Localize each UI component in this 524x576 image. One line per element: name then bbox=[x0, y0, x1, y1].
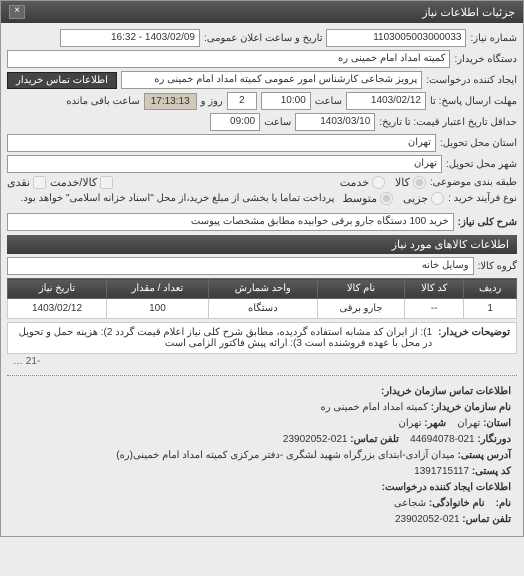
phone-value: 021-23902052 bbox=[283, 434, 348, 445]
th-code: کد کالا bbox=[405, 279, 464, 299]
cell-code: -- bbox=[405, 299, 464, 319]
remaining-label: ساعت باقی مانده bbox=[66, 96, 139, 107]
category-radio-group: کالا خدمت bbox=[340, 176, 426, 189]
c-city-label: شهر: bbox=[424, 418, 446, 429]
buyer-note-box: توضیحات خریدار: 1): از ایران کد مشابه اس… bbox=[7, 322, 517, 354]
subject-value: خرید 100 دستگاه جارو برقی خوابیده مطابق … bbox=[7, 213, 454, 231]
valid-date: 1403/03/10 bbox=[295, 113, 375, 131]
dialog-window: جزئیات اطلاعات نیاز × شماره نیاز: 110300… bbox=[0, 0, 524, 537]
c-province: تهران bbox=[457, 418, 480, 429]
phone-label: تلفن تماس: bbox=[350, 434, 399, 445]
cell-unit: دستگاه bbox=[208, 299, 317, 319]
th-name: نام کالا bbox=[317, 279, 404, 299]
fax-label: دورنگار: bbox=[477, 434, 511, 445]
fname-label: نام خانوادگی: bbox=[429, 498, 485, 509]
countdown-timer: 17:13:13 bbox=[144, 93, 197, 110]
province-value: تهران bbox=[7, 134, 436, 152]
process-radio-group: جزیی متوسط bbox=[342, 192, 444, 205]
goods-section-header: اطلاعات کالاهای مورد نیاز bbox=[7, 235, 517, 254]
rphone-label: تلفن تماس: bbox=[462, 514, 511, 525]
cat-goods-radio[interactable]: کالا bbox=[395, 176, 426, 189]
th-row: ردیف bbox=[464, 279, 517, 299]
buyer-note-label: توضیحات خریدار: bbox=[438, 327, 510, 349]
proc-small-radio[interactable]: جزیی bbox=[403, 192, 444, 205]
days-label: روز و bbox=[201, 96, 223, 107]
contact-section: اطلاعات تماس سازمان خریدار: نام سازمان خ… bbox=[7, 382, 517, 530]
payment-checkbox[interactable]: کالا/خدمت bbox=[50, 176, 113, 189]
category-label: طبقه بندی موضوعی: bbox=[430, 177, 517, 188]
deadline-time-label: ساعت bbox=[315, 96, 342, 107]
pager: -21 … bbox=[7, 354, 517, 369]
valid-time-label: ساعت bbox=[264, 117, 291, 128]
deadline-send-date: 1403/02/12 bbox=[346, 92, 426, 110]
fax-value: 021-44694078 bbox=[410, 434, 475, 445]
org-contact-title: اطلاعات تماس سازمان خریدار: bbox=[381, 386, 511, 397]
divider bbox=[7, 375, 517, 376]
valid-label: حداقل تاریخ اعتبار قیمت: تا تاریخ: bbox=[379, 117, 517, 128]
datetime-label: تاریخ و ساعت اعلان عمومی: bbox=[204, 33, 323, 44]
number-value: 1103005003000033 bbox=[326, 29, 466, 47]
datetime-value: 1403/02/09 - 16:32 bbox=[60, 29, 200, 47]
buyer-note-text: 1): از ایران کد مشابه استفاده گردیده، مط… bbox=[14, 327, 432, 349]
addr-value: میدان آزادی-ابتدای بزرگراه شهید لشگری -د… bbox=[116, 450, 455, 461]
th-unit: واحد شمارش bbox=[208, 279, 317, 299]
process-label: نوع فرآیند خرید : bbox=[448, 193, 517, 204]
creator-value: پرویز شجاعی کارشناس امور عمومی کمیته امد… bbox=[121, 71, 422, 89]
deadline-send-label: مهلت ارسال پاسخ: تا bbox=[430, 96, 517, 107]
content-area: شماره نیاز: 1103005003000033 تاریخ و ساع… bbox=[1, 23, 523, 536]
province-label: استان محل تحویل: bbox=[440, 138, 517, 149]
group-value: وسایل خانه bbox=[7, 257, 474, 275]
close-button[interactable]: × bbox=[9, 5, 25, 19]
process-note: پرداخت تماما یا بخشی از مبلغ خرید،از محل… bbox=[21, 193, 335, 204]
goods-table: ردیف کد کالا نام کالا واحد شمارش تعداد /… bbox=[7, 278, 517, 319]
proc-medium-radio[interactable]: متوسط bbox=[342, 192, 393, 205]
cell-date: 1403/02/12 bbox=[8, 299, 107, 319]
req-contact-title: اطلاعات ایجاد کننده درخواست: bbox=[382, 482, 511, 493]
creator-label: ایجاد کننده درخواست: bbox=[426, 75, 517, 86]
city-label: شهر محل تحویل: bbox=[446, 159, 517, 170]
title-bar: جزئیات اطلاعات نیاز × bbox=[1, 1, 523, 23]
post-label: کد پستی: bbox=[472, 466, 511, 477]
cell-qty: 100 bbox=[107, 299, 209, 319]
cash-checkbox[interactable]: نقدی bbox=[7, 176, 46, 189]
c-province-label: استان: bbox=[483, 418, 511, 429]
table-header-row: ردیف کد کالا نام کالا واحد شمارش تعداد /… bbox=[8, 279, 517, 299]
th-qty: تعداد / مقدار bbox=[107, 279, 209, 299]
th-date: تاریخ نیاز bbox=[8, 279, 107, 299]
post-value: 1391715117 bbox=[414, 466, 469, 477]
c-city: تهران bbox=[398, 418, 421, 429]
city-value: تهران bbox=[7, 155, 442, 173]
cat-service-radio[interactable]: خدمت bbox=[340, 176, 385, 189]
buyer-value: کمیته امداد امام خمینی ره bbox=[7, 50, 450, 68]
cell-name: جارو برقی bbox=[317, 299, 404, 319]
deadline-send-time: 10:00 bbox=[261, 92, 311, 110]
window-title: جزئیات اطلاعات نیاز bbox=[422, 6, 515, 19]
days-value: 2 bbox=[227, 92, 257, 110]
buyer-label: دستگاه خریدار: bbox=[454, 54, 517, 65]
contact-buyer-button[interactable]: اطلاعات تماس خریدار bbox=[7, 72, 117, 89]
org-name-label: نام سازمان خریدار: bbox=[431, 402, 511, 413]
addr-label: آدرس پستی: bbox=[458, 450, 511, 461]
table-row[interactable]: 1 -- جارو برقی دستگاه 100 1403/02/12 bbox=[8, 299, 517, 319]
valid-time: 09:00 bbox=[210, 113, 260, 131]
number-label: شماره نیاز: bbox=[470, 33, 517, 44]
name-label: نام: bbox=[496, 498, 511, 509]
fname-value: شجاعی bbox=[394, 498, 426, 509]
rphone-value: 021-23902052 bbox=[395, 514, 460, 525]
subject-label: شرح کلی نیاز: bbox=[458, 217, 517, 228]
org-name: کمیته امداد امام خمینی ره bbox=[321, 402, 428, 413]
cell-row: 1 bbox=[464, 299, 517, 319]
group-label: گروه کالا: bbox=[478, 261, 517, 272]
